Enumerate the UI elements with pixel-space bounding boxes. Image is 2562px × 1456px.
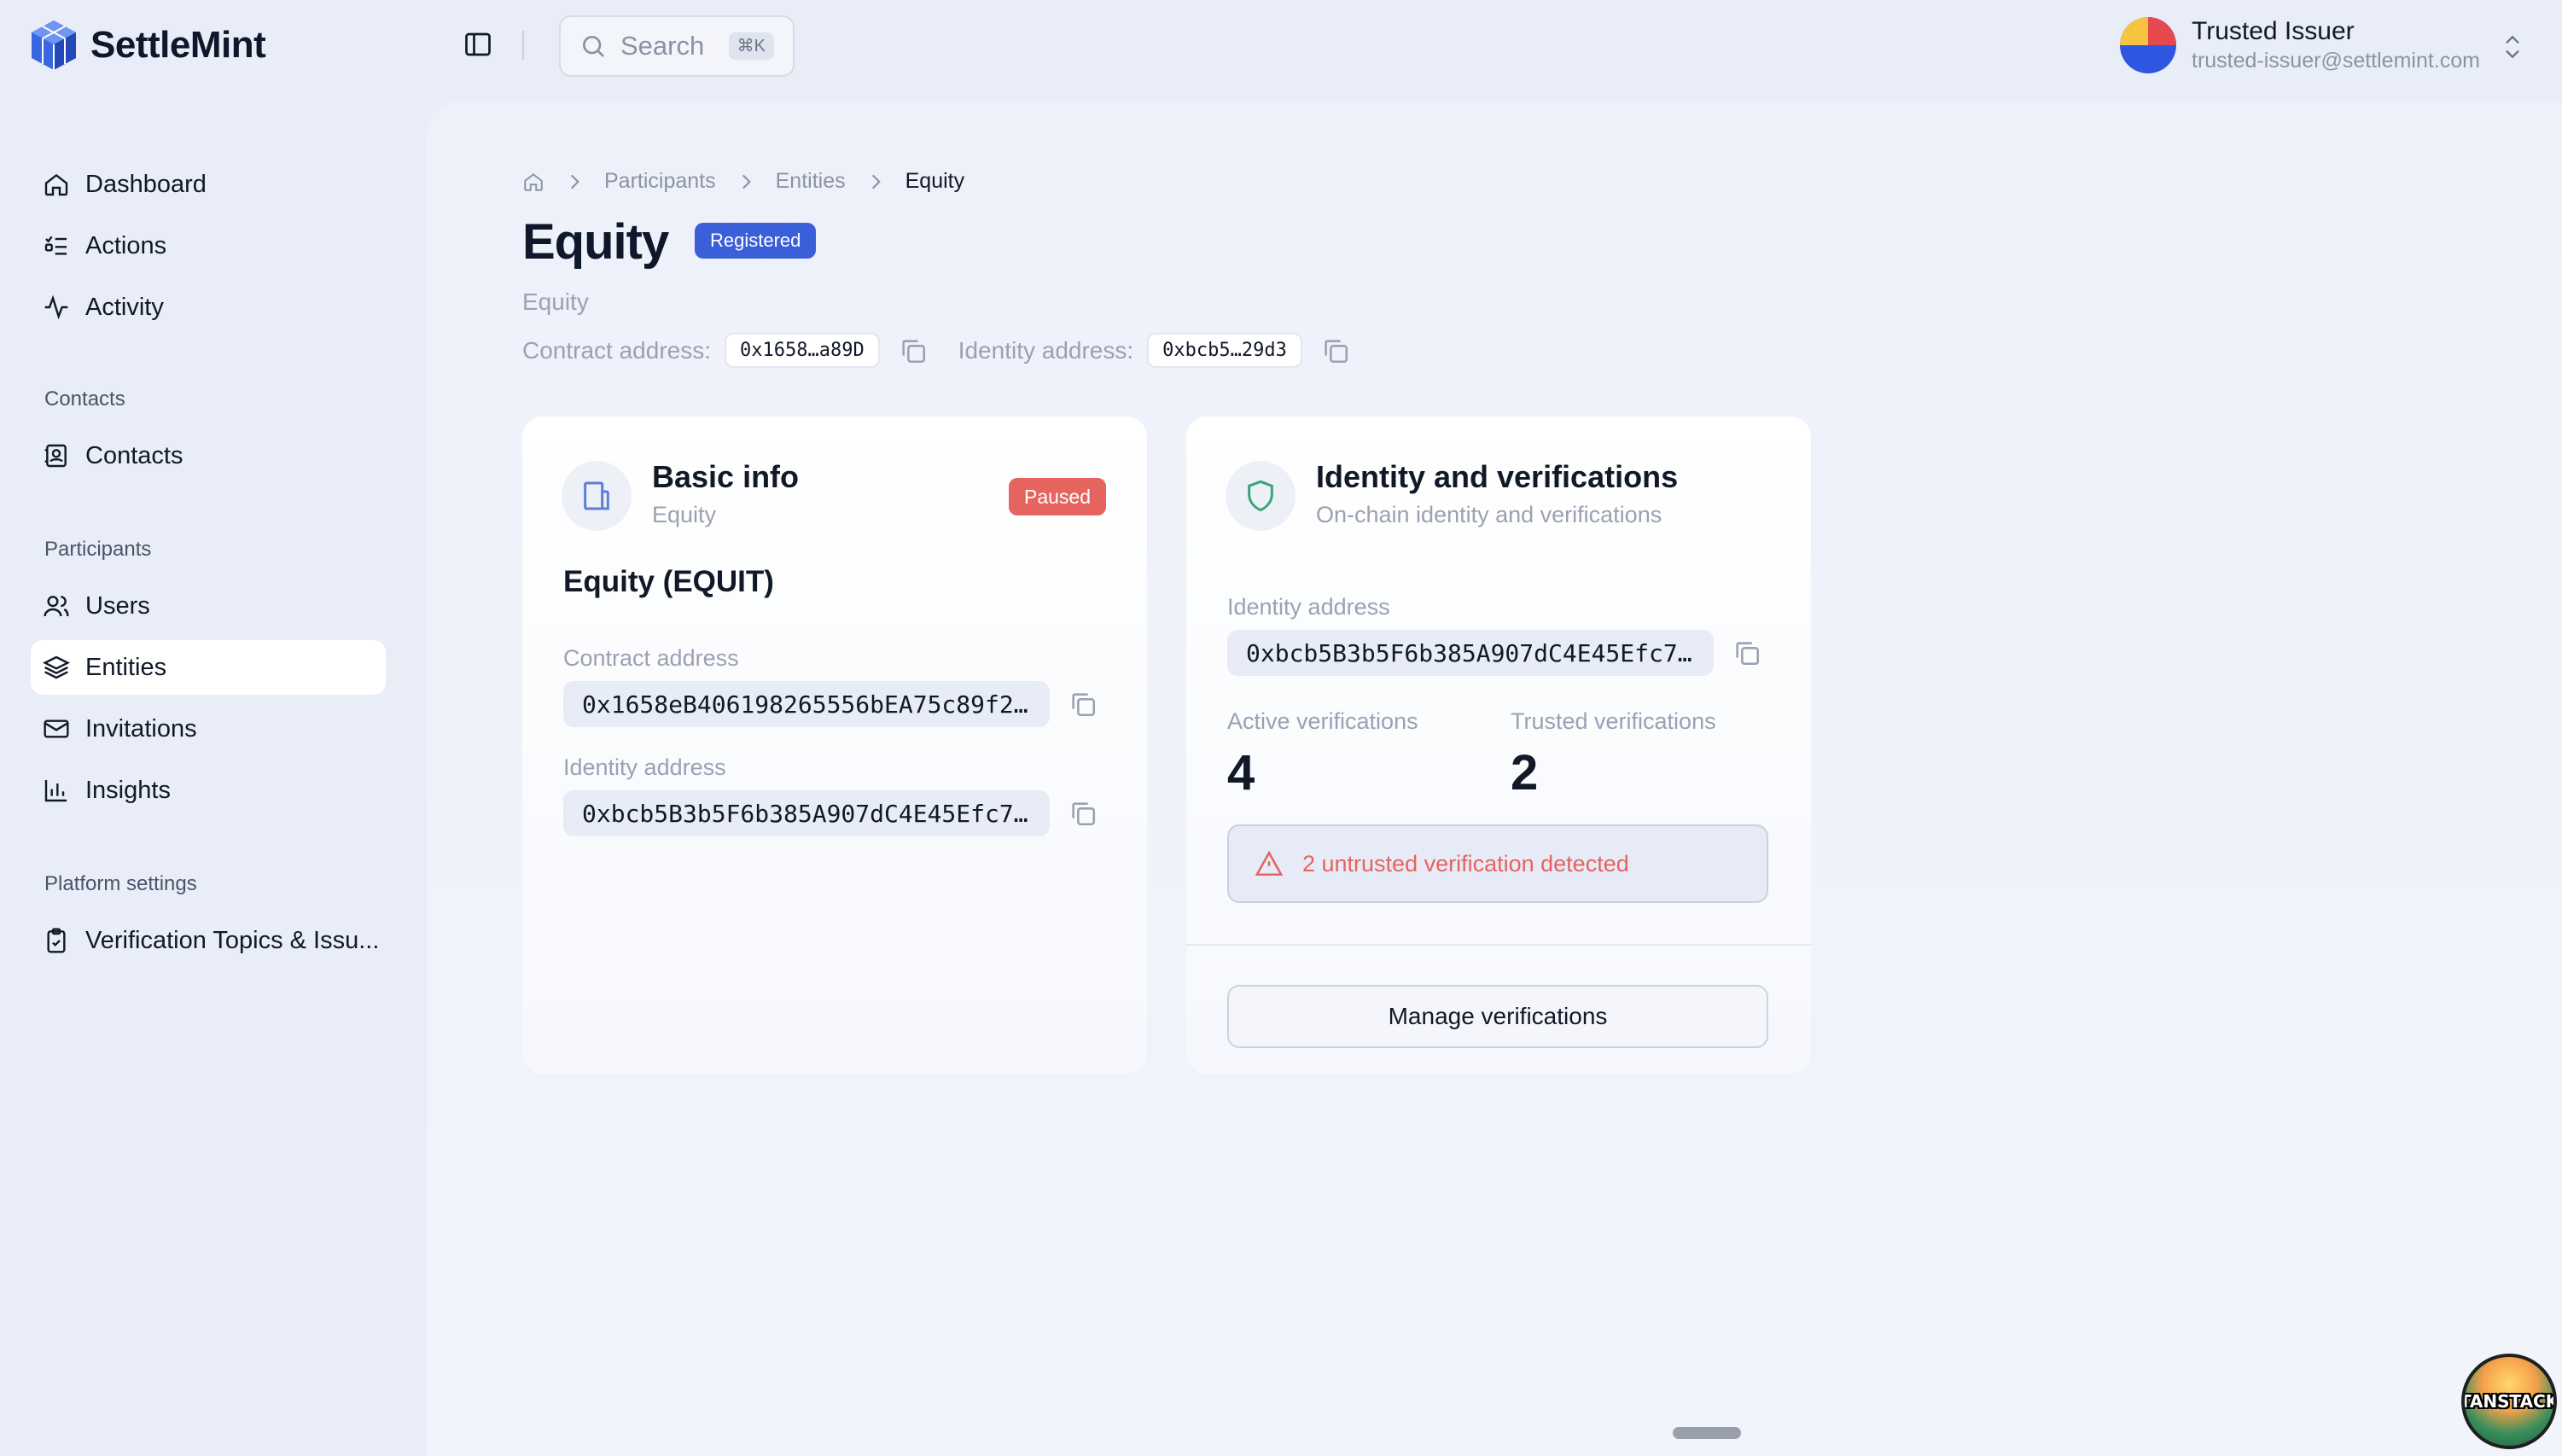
sidebar-item-label: Users xyxy=(85,591,150,620)
app-logo[interactable]: SettleMint xyxy=(29,19,266,72)
sidebar-item-label: Actions xyxy=(85,231,167,259)
page-subtitle: Equity xyxy=(522,288,589,315)
sidebar-item-actions[interactable]: Actions xyxy=(31,218,386,273)
sidebar-item-activity[interactable]: Activity xyxy=(31,280,386,335)
sidebar-item-label: Activity xyxy=(85,293,164,321)
manage-verifications-button[interactable]: Manage verifications xyxy=(1227,985,1768,1048)
address-summary: Contract address: 0x1658…a89D Identity a… xyxy=(522,333,1350,368)
user-name: Trusted Issuer xyxy=(2192,16,2355,45)
active-verifications-value: 4 xyxy=(1227,745,1255,801)
scroll-handle[interactable] xyxy=(1673,1427,1741,1439)
sidebar: Dashboard Actions Activity Contacts Cont… xyxy=(0,94,427,1456)
search-input[interactable]: Search ⌘K xyxy=(559,15,795,77)
home-icon[interactable] xyxy=(522,171,544,193)
sidebar-item-label: Dashboard xyxy=(85,170,207,198)
copy-icon[interactable] xyxy=(1321,336,1350,365)
sidebar-section-participants: Participants xyxy=(44,538,152,561)
contract-address-chip: 0x1658…a89D xyxy=(725,333,880,368)
list-checks-icon xyxy=(44,236,67,255)
copy-icon[interactable] xyxy=(1068,799,1098,828)
asset-name: Equity (EQUIT) xyxy=(563,565,774,598)
sidebar-section-contacts: Contacts xyxy=(44,387,125,411)
sidebar-item-verification-topics[interactable]: Verification Topics & Issu... xyxy=(31,913,386,968)
user-email: trusted-issuer@settlemint.com xyxy=(2192,48,2480,73)
home-icon xyxy=(44,173,68,196)
user-menu[interactable]: Trusted Issuer trusted-issuer@settlemint… xyxy=(2120,15,2480,75)
copy-icon[interactable] xyxy=(899,336,928,365)
sidebar-item-label: Insights xyxy=(85,776,171,804)
sidebar-item-label: Invitations xyxy=(85,714,197,743)
untrusted-verification-alert: 2 untrusted verification detected xyxy=(1227,824,1768,903)
card-title: Identity and verifications xyxy=(1316,459,1679,494)
avatar xyxy=(2120,17,2176,73)
toolbar-divider xyxy=(522,31,524,60)
tanstack-label: TANSTACK xyxy=(2461,1391,2557,1412)
trusted-verifications-label: Trusted verifications xyxy=(1511,708,1716,734)
bar-chart-icon xyxy=(44,780,67,802)
contract-address-label: Contract address xyxy=(563,645,739,671)
search-shortcut-badge: ⌘K xyxy=(728,32,774,60)
paused-badge: Paused xyxy=(1008,478,1106,515)
card-divider xyxy=(1186,944,1811,946)
trusted-verifications-value: 2 xyxy=(1511,745,1539,801)
sidebar-item-dashboard[interactable]: Dashboard xyxy=(31,157,386,212)
settlemint-logo-icon xyxy=(32,20,76,70)
sidebar-item-label: Verification Topics & Issu... xyxy=(85,926,380,954)
breadcrumb-entities[interactable]: Entities xyxy=(776,169,846,194)
sidebar-item-entities[interactable]: Entities xyxy=(31,640,386,695)
top-bar: SettleMint Search ⌘K Trusted Issuer trus… xyxy=(0,0,2562,94)
identity-address-label: Identity address xyxy=(1227,594,1390,620)
sidebar-item-label: Entities xyxy=(85,653,167,681)
identity-address-value: 0xbcb5B3b5F6b385A907dC4E45Efc7… xyxy=(563,790,1050,836)
contract-address-label: Contract address: xyxy=(522,336,711,364)
breadcrumb: Participants Entities Equity xyxy=(522,169,964,194)
identity-address-label: Identity address: xyxy=(958,336,1134,364)
users-icon xyxy=(44,596,69,617)
chevron-right-icon xyxy=(742,174,751,189)
alert-text: 2 untrusted verification detected xyxy=(1302,850,1629,877)
building-icon xyxy=(584,481,609,510)
breadcrumb-participants[interactable]: Participants xyxy=(604,169,716,194)
copy-icon[interactable] xyxy=(1068,690,1098,719)
active-verifications-label: Active verifications xyxy=(1227,708,1418,734)
status-badge: Registered xyxy=(695,223,817,259)
sidebar-item-contacts[interactable]: Contacts xyxy=(31,428,386,483)
sidebar-section-platform-settings: Platform settings xyxy=(44,872,197,895)
layers-icon xyxy=(43,655,70,679)
card-subtitle: On-chain identity and verifications xyxy=(1316,502,1662,527)
sidebar-item-users[interactable]: Users xyxy=(31,579,386,633)
contract-address-value: 0x1658eB406198265556bEA75c89f2… xyxy=(563,681,1050,727)
page-title: Equity xyxy=(522,214,669,270)
main-content: Participants Entities Equity Equity Regi… xyxy=(427,101,2562,1456)
tanstack-devtools-button[interactable]: TANSTACK xyxy=(2461,1354,2557,1449)
mail-icon xyxy=(44,719,69,738)
identity-address-chip: 0xbcb5…29d3 xyxy=(1147,333,1302,368)
warning-triangle-icon xyxy=(1255,850,1284,877)
basic-info-card: Basic info Equity Paused Equity (EQUIT) … xyxy=(522,416,1147,1074)
contact-book-icon xyxy=(44,444,67,468)
card-icon-wrapper xyxy=(562,461,632,531)
clipboard-check-icon xyxy=(47,928,66,953)
breadcrumb-current: Equity xyxy=(905,169,965,193)
card-subtitle: Equity xyxy=(652,502,717,527)
chevron-right-icon xyxy=(871,174,881,189)
chevron-up-down-icon[interactable] xyxy=(2501,32,2524,61)
sidebar-item-insights[interactable]: Insights xyxy=(31,763,386,818)
sidebar-item-invitations[interactable]: Invitations xyxy=(31,702,386,756)
activity-icon xyxy=(44,294,68,320)
sidebar-item-label: Contacts xyxy=(85,441,183,469)
identity-verifications-card: Identity and verifications On-chain iden… xyxy=(1186,416,1811,1074)
copy-icon[interactable] xyxy=(1732,638,1761,667)
shield-icon xyxy=(1248,480,1273,512)
search-placeholder: Search xyxy=(620,31,705,61)
identity-address-value: 0xbcb5B3b5F6b385A907dC4E45Efc7… xyxy=(1227,630,1714,676)
app-name: SettleMint xyxy=(90,24,266,66)
chevron-right-icon xyxy=(570,174,579,189)
search-icon xyxy=(583,36,604,57)
sidebar-toggle-icon[interactable] xyxy=(463,29,493,60)
card-title: Basic info xyxy=(652,459,800,494)
card-icon-wrapper xyxy=(1226,461,1296,531)
identity-address-label: Identity address xyxy=(563,754,726,780)
